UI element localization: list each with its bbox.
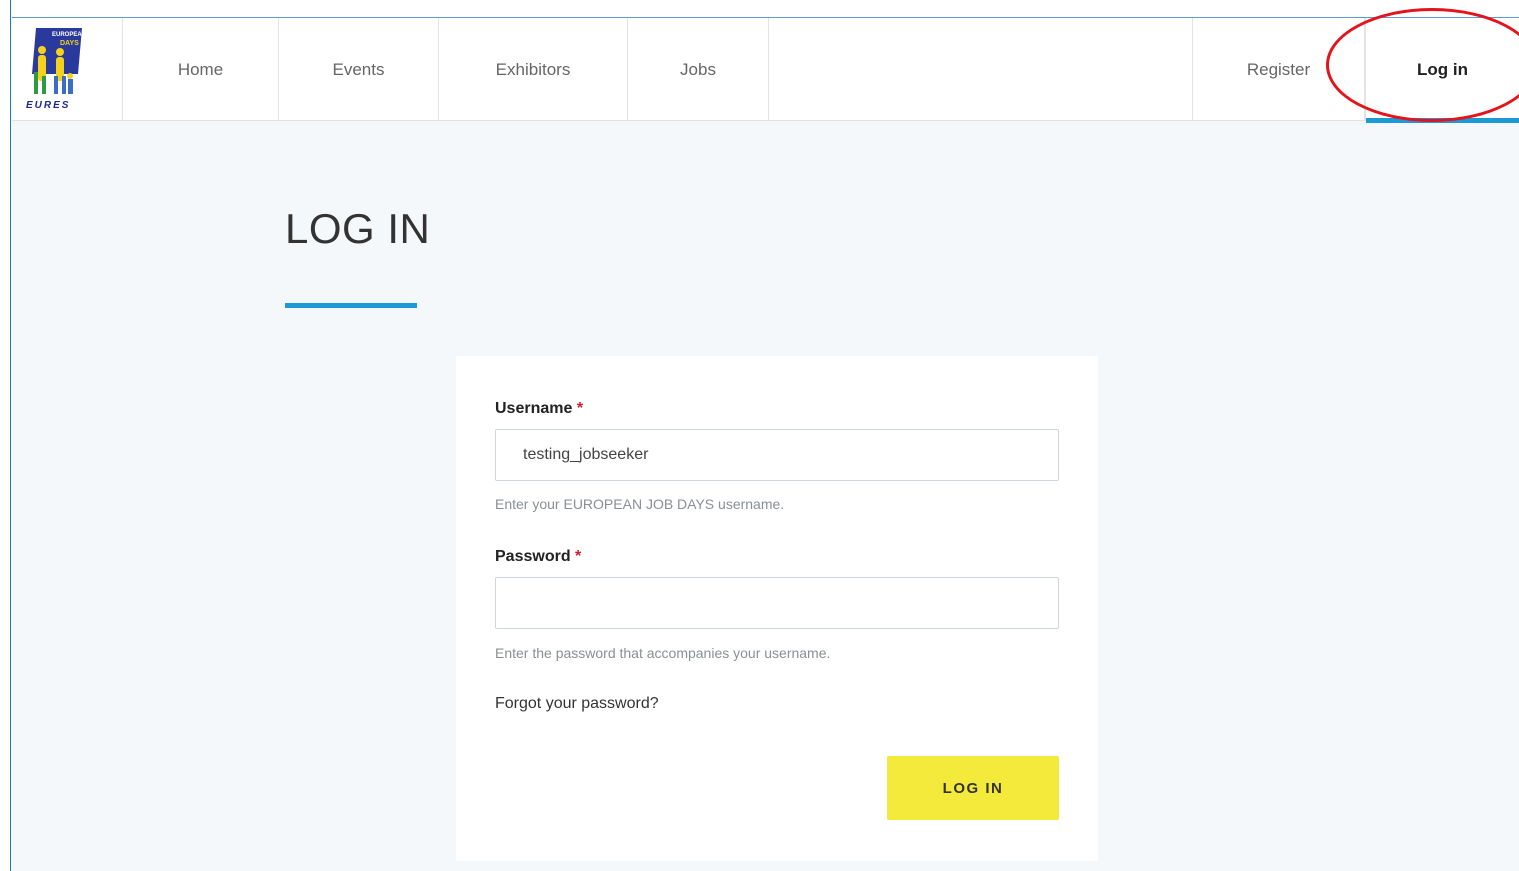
nav-events-label: Events	[332, 59, 385, 79]
username-input[interactable]	[495, 429, 1059, 481]
eures-logo[interactable]: EUROPEAN DAYS EURES	[12, 18, 123, 121]
nav-item-events[interactable]: Events	[279, 18, 439, 121]
top-navbar: EUROPEAN DAYS EURES Home Events Exhibito…	[12, 17, 1519, 123]
browser-frame-top	[0, 0, 1519, 17]
username-required-marker: *	[576, 400, 584, 417]
nav-jobs-label: Jobs	[680, 59, 716, 79]
svg-text:EUROPEAN: EUROPEAN	[52, 32, 82, 38]
nav-item-jobs[interactable]: Jobs	[628, 18, 769, 121]
nav-item-register[interactable]: Register	[1192, 18, 1365, 121]
login-submit-button[interactable]: LOG IN	[887, 756, 1059, 820]
svg-text:DAYS: DAYS	[60, 40, 79, 47]
password-label-text: Password	[495, 548, 571, 565]
nav-item-home[interactable]: Home	[123, 18, 279, 121]
nav-item-exhibitors[interactable]: Exhibitors	[439, 18, 628, 121]
forgot-password-link[interactable]: Forgot your password?	[495, 695, 659, 713]
password-input[interactable]	[495, 577, 1059, 629]
username-label: Username *	[495, 400, 583, 418]
nav-login-label: Log in	[1417, 59, 1468, 79]
password-required-marker: *	[575, 548, 582, 565]
nav-home-label: Home	[177, 59, 224, 79]
european-job-days-logo-icon: EUROPEAN DAYS EURES	[26, 28, 82, 110]
username-help-text: Enter your EUROPEAN JOB DAYS username.	[495, 496, 785, 512]
nav-item-login[interactable]: Log in	[1365, 18, 1519, 123]
page-title: LOG IN	[285, 205, 431, 252]
username-label-text: Username	[495, 400, 573, 417]
nav-exhibitors-label: Exhibitors	[495, 59, 571, 79]
nav-register-label: Register	[1246, 59, 1311, 79]
svg-text:EURES: EURES	[26, 100, 70, 110]
browser-frame-left	[0, 0, 11, 871]
password-help-text: Enter the password that accompanies your…	[495, 645, 831, 661]
title-underline	[285, 303, 417, 308]
password-label: Password *	[495, 548, 581, 566]
login-form: Username * Enter your EUROPEAN JOB DAYS …	[456, 356, 1098, 861]
